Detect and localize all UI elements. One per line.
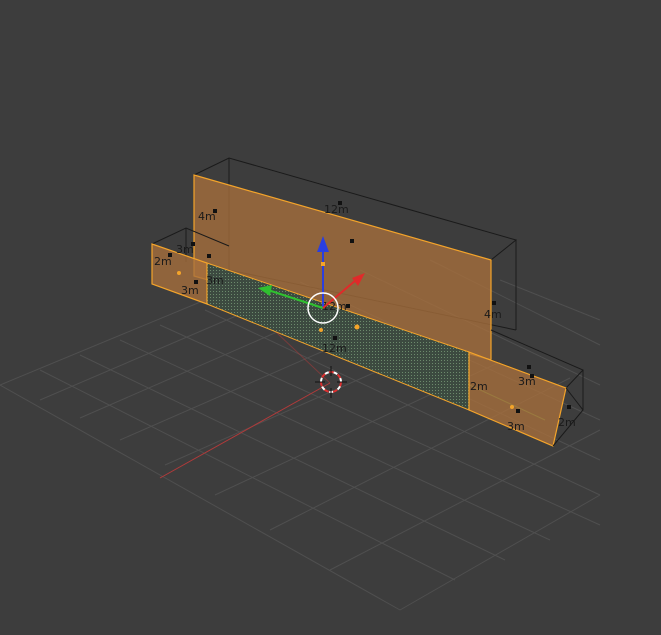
dim-right-block-height: 2m [470, 380, 488, 393]
dim-top-length: 12m [324, 203, 349, 216]
viewport-canvas[interactable]: 12m 4m 3m 2m 3m 3m 12m 4m 12m 3m 2m 2m 3… [0, 0, 661, 635]
dim-tall-height: 4m [198, 210, 216, 223]
dim-right-block-width: 3m [518, 375, 536, 388]
dim-left-block-width: 3m [176, 243, 194, 256]
dim-left-inner: 3m [206, 274, 224, 287]
dim-bottom-length: 12m [322, 342, 347, 355]
3d-viewport[interactable]: 12m 4m 3m 2m 3m 3m 12m 4m 12m 3m 2m 2m 3… [0, 0, 661, 635]
dim-tall-height-right: 4m [484, 308, 502, 321]
dim-right-block-depth: 3m [507, 420, 525, 433]
dim-right-block-outer: 2m [558, 416, 576, 429]
dim-left-block-height: 2m [154, 255, 172, 268]
dim-left-block-depth: 3m [181, 284, 199, 297]
3d-cursor-icon[interactable] [315, 366, 347, 398]
